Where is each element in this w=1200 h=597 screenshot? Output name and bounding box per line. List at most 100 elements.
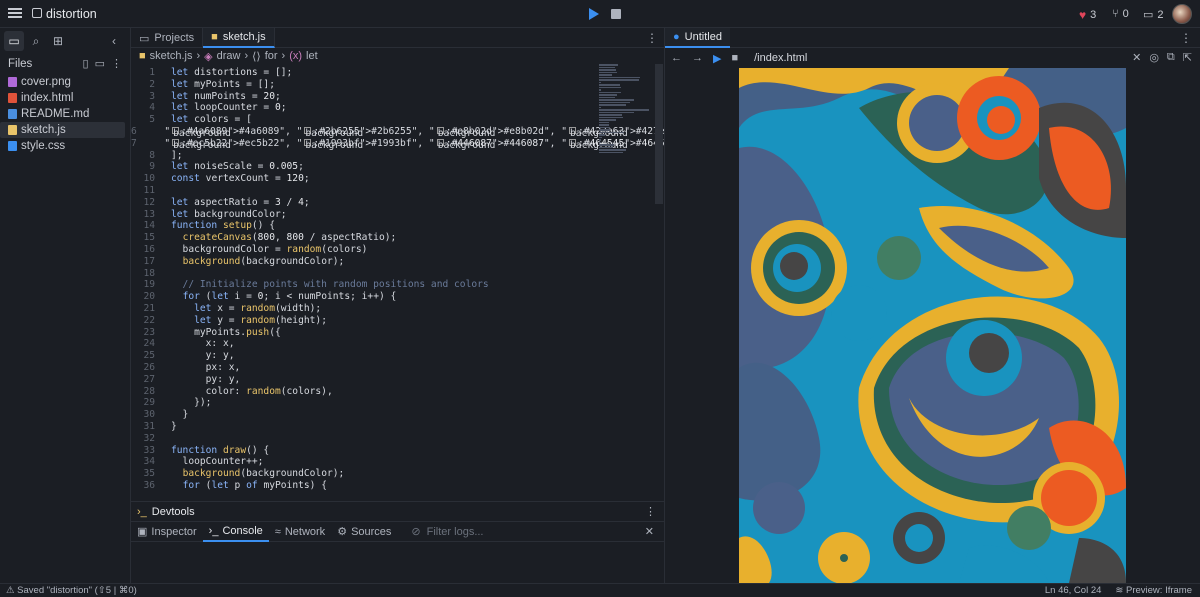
code-line[interactable]: 36 for (let p of myPoints) { [131, 480, 601, 492]
code-line[interactable]: 33 function draw() { [131, 445, 601, 457]
tab-inspector[interactable]: ▣ Inspector [131, 522, 203, 542]
cursor-position[interactable]: Ln 46, Col 24 [1045, 585, 1102, 596]
grid-icon[interactable]: ⊞ [48, 31, 68, 51]
tab-projects[interactable]: ▭ Projects [131, 28, 204, 48]
new-folder-icon[interactable]: ▭ [95, 57, 105, 70]
forward-icon[interactable]: → [692, 52, 703, 64]
tab-preview[interactable]: ● Untitled [665, 28, 730, 48]
tab-sketch-js[interactable]: ■ sketch.js [203, 28, 275, 48]
line-number: 2 [149, 78, 155, 90]
code-line[interactable]: 7 " background:#ec5b22">#ec5b22", " backgr… [131, 137, 682, 152]
more-icon[interactable]: ⋮ [111, 57, 122, 70]
code-line[interactable]: 6 " background:#4a6089">#4a6089", " backgr… [131, 126, 688, 140]
copy-icon[interactable]: ⧉ [1167, 51, 1175, 64]
gear-icon: ⚙ [337, 526, 348, 538]
preview-mode[interactable]: ≋ Preview: Iframe [1115, 585, 1192, 596]
forks-button[interactable]: ⑂ 0 [1112, 8, 1129, 20]
code-line[interactable]: 28 color: random(colors), [131, 386, 601, 398]
code-line[interactable]: 35 background(backgroundColor); [131, 468, 601, 480]
likes-button[interactable]: ♥ 3 [1079, 8, 1096, 22]
url-field[interactable]: /index.html [754, 52, 807, 64]
stop-button[interactable] [611, 9, 621, 19]
collapse-icon[interactable]: ‹ [104, 31, 124, 51]
play-icon[interactable]: ▶ [713, 52, 721, 65]
scrollbar[interactable] [655, 64, 663, 204]
code-line[interactable]: 25 y: y, [131, 350, 601, 362]
file-item[interactable]: index.html [0, 90, 130, 106]
close-icon[interactable]: ✕ [1132, 51, 1141, 64]
filter-input[interactable]: Filter logs... [427, 526, 484, 538]
project-name[interactable]: distortion [46, 7, 97, 21]
code-line[interactable]: 4 let loopCounter = 0; [131, 102, 601, 114]
file-item[interactable]: style.css [0, 138, 130, 154]
code-line[interactable]: 8]; [131, 150, 601, 162]
comments-button[interactable]: ▭ 2 [1143, 8, 1164, 22]
line-number: 4 [149, 102, 155, 114]
code-line[interactable]: 21 let x = random(width); [131, 303, 601, 315]
log-filter[interactable]: ⊘ Filter logs... [411, 525, 484, 539]
code-line[interactable]: 20 for (let i = 0; i < numPoints; i++) { [131, 291, 601, 303]
code-line[interactable]: 12 let aspectRatio = 3 / 4; [131, 197, 601, 209]
code-line[interactable]: 16 backgroundColor = random(colors) [131, 244, 601, 256]
file-item[interactable]: cover.png [0, 74, 130, 90]
new-file-icon[interactable]: ▯ [83, 57, 89, 70]
external-link-icon[interactable]: ⇱ [1183, 51, 1192, 64]
search-icon[interactable]: ⌕ [26, 31, 46, 51]
folder-icon[interactable]: ▭ [4, 31, 24, 51]
breadcrumb-item[interactable]: sketch.js [150, 50, 193, 62]
code-line[interactable]: 15 createCanvas(800, 800 / aspectRatio); [131, 232, 601, 244]
broadcast-icon[interactable]: ◎ [1149, 51, 1159, 64]
code-text: const vertexCount = 120; [171, 173, 310, 185]
code-text: background(backgroundColor); [182, 468, 345, 480]
code-line[interactable]: 11 [131, 185, 601, 197]
code-line[interactable]: 17 background(backgroundColor); [131, 256, 601, 268]
tab-console[interactable]: ›_ Console [202, 522, 269, 542]
code-line[interactable]: 29 }); [131, 397, 601, 409]
code-line[interactable]: 23 myPoints.push({ [131, 327, 601, 339]
code-line[interactable]: 30 } [131, 409, 601, 421]
breadcrumb: ■ sketch.js › ◈ draw › ⟨⟩ for › (x) let [131, 48, 664, 64]
file-item[interactable]: README.md [0, 106, 130, 122]
avatar[interactable] [1172, 4, 1192, 24]
breadcrumb-item[interactable]: let [306, 50, 318, 62]
more-icon[interactable]: ⋮ [646, 31, 658, 45]
code-line[interactable]: 13 let backgroundColor; [131, 209, 601, 221]
code-text: loopCounter++; [171, 456, 264, 468]
preview-mode-text: Preview: Iframe [1126, 585, 1192, 596]
code-line[interactable]: 10 const vertexCount = 120; [131, 173, 601, 185]
breadcrumb-item[interactable]: for [265, 50, 278, 62]
code-line[interactable]: 22 let y = random(height); [131, 315, 601, 327]
code-line[interactable]: 18 [131, 268, 601, 280]
code-line[interactable]: 24 x: x, [131, 338, 601, 350]
line-number: 7 [131, 137, 137, 149]
code-line[interactable]: 14 function setup() { [131, 220, 601, 232]
code-line[interactable]: 19 // Initialize points with random posi… [131, 279, 601, 291]
menu-icon[interactable] [8, 6, 22, 22]
more-icon[interactable]: ⋮ [645, 505, 656, 518]
file-name: index.html [21, 92, 74, 104]
code-line[interactable]: 5 let colors = [ [131, 114, 601, 126]
back-icon[interactable]: ← [671, 52, 682, 64]
code-line[interactable]: 3 let numPoints = 20; [131, 91, 601, 103]
tab-sources[interactable]: ⚙ Sources [331, 522, 397, 542]
code-line[interactable]: 2 let myPoints = []; [131, 79, 601, 91]
sketch-canvas[interactable] [739, 68, 1126, 583]
code-line[interactable]: 32 [131, 433, 601, 445]
minimap[interactable] [599, 64, 655, 204]
stop-icon[interactable]: ■ [731, 52, 738, 64]
tab-network[interactable]: ≈ Network [269, 522, 331, 542]
code-text: let backgroundColor; [171, 208, 287, 220]
code-line[interactable]: 31} [131, 421, 601, 433]
code-line[interactable]: 9 let noiseScale = 0.005; [131, 161, 601, 173]
code-line[interactable]: 27 py: y, [131, 374, 601, 386]
breadcrumb-item[interactable]: draw [217, 50, 241, 62]
code-line[interactable]: 26 px: x, [131, 362, 601, 374]
code-line[interactable]: 34 loopCounter++; [131, 456, 601, 468]
code-line[interactable]: 1 let distortions = []; [131, 67, 601, 79]
more-icon[interactable]: ⋮ [1180, 31, 1192, 45]
play-button[interactable] [589, 8, 599, 20]
file-item[interactable]: sketch.js [0, 122, 125, 138]
code-area[interactable]: 1 let distortions = []; 2 let myPoints = []… [131, 67, 688, 501]
clear-icon[interactable]: ⊘ [411, 525, 420, 538]
close-icon[interactable]: ✕ [645, 525, 654, 538]
